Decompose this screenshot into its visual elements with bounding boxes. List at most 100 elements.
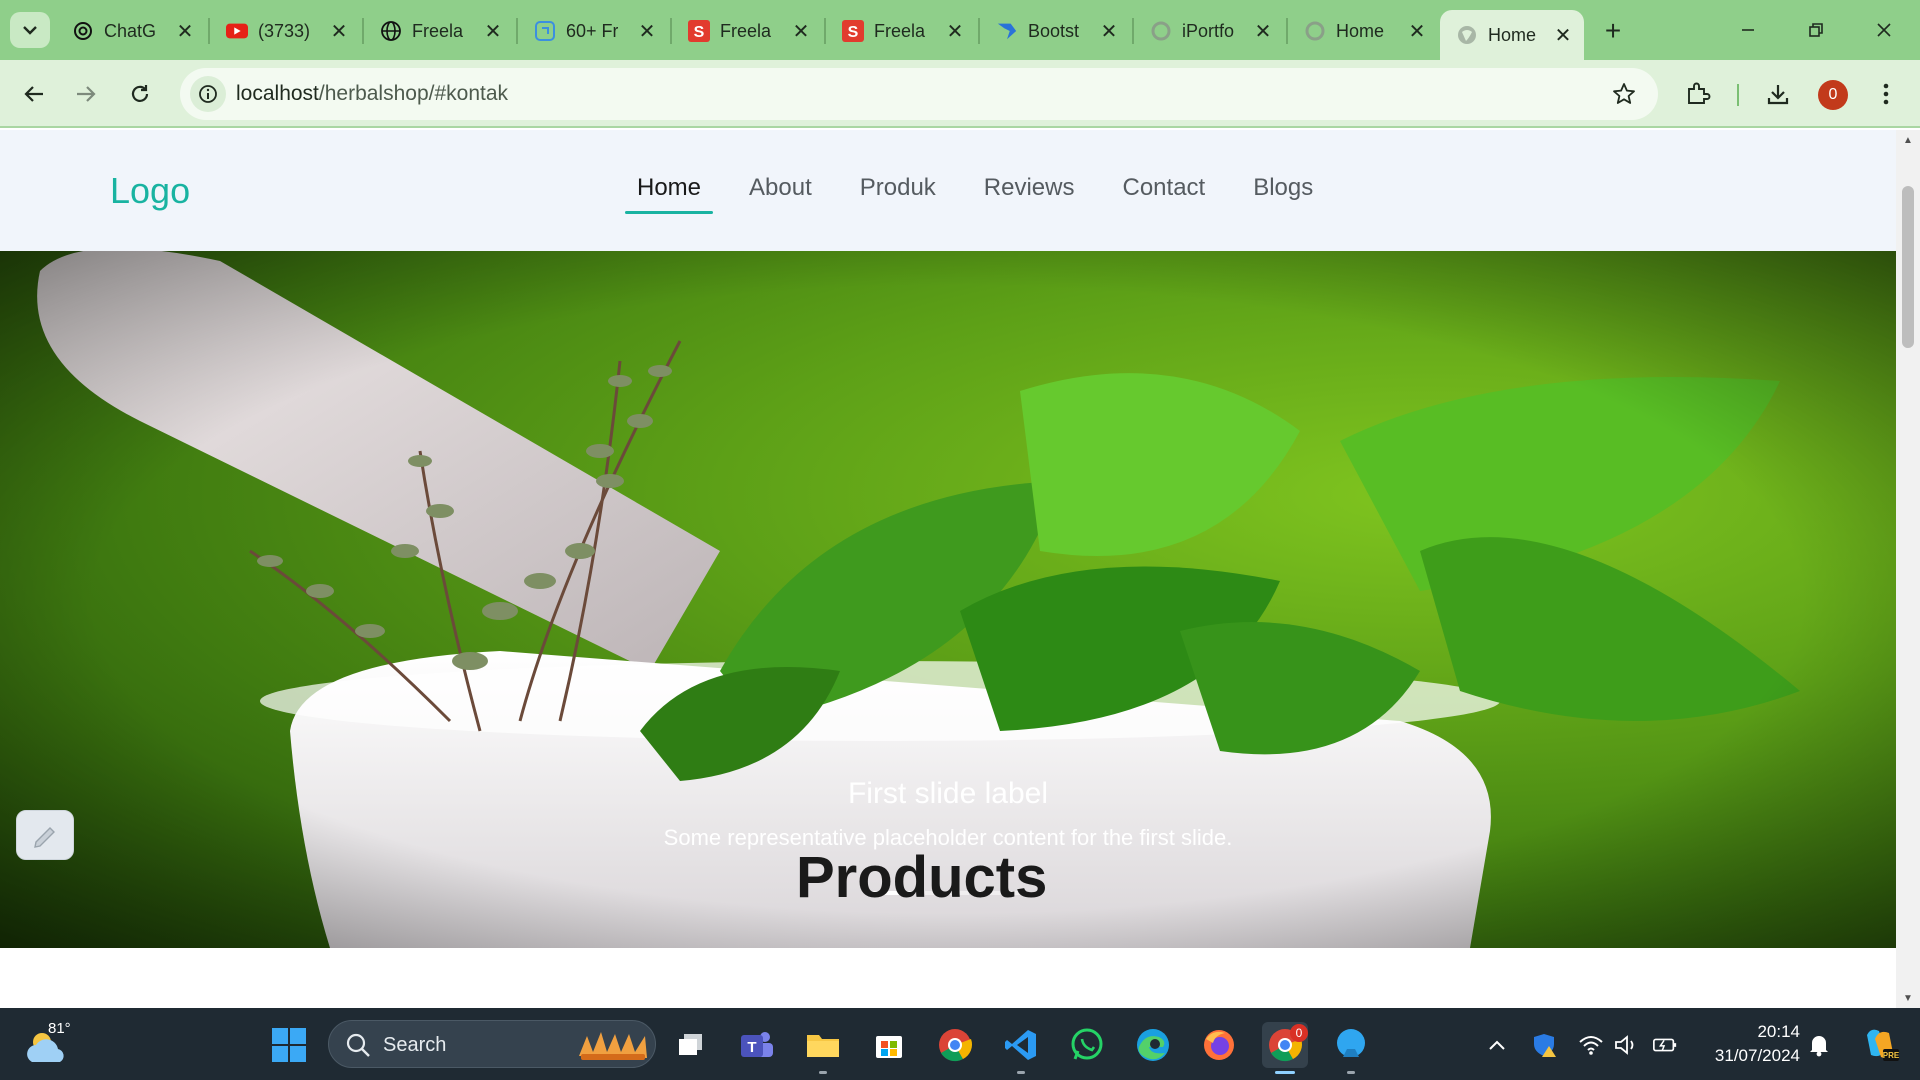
browser-menu-button[interactable]: [1866, 74, 1906, 114]
toolbar-divider: [1737, 84, 1739, 106]
forward-button[interactable]: [66, 74, 106, 114]
site-info-button[interactable]: [190, 76, 226, 112]
taskbar-file-explorer[interactable]: [800, 1022, 846, 1074]
nav-produk[interactable]: Produk: [848, 174, 948, 214]
address-bar[interactable]: localhost/herbalshop/#kontak: [180, 68, 1658, 120]
taskbar-edge[interactable]: [1130, 1022, 1176, 1068]
running-indicator: [1017, 1071, 1025, 1074]
site-logo[interactable]: Logo: [110, 170, 190, 212]
taskbar-chrome[interactable]: [932, 1022, 978, 1068]
close-icon[interactable]: ✕: [944, 20, 966, 43]
close-icon[interactable]: ✕: [482, 20, 504, 43]
notification-badge: 0: [1290, 1024, 1308, 1042]
globe-icon: [1456, 24, 1478, 46]
page-scrollbar[interactable]: ▲ ▼: [1896, 130, 1920, 1008]
tab-freelancer[interactable]: Freelancer ✕: [364, 12, 514, 50]
reload-button[interactable]: [120, 74, 160, 114]
close-icon[interactable]: ✕: [636, 20, 658, 43]
copilot-icon: PRE: [1867, 1029, 1899, 1061]
youtube-icon: [226, 20, 248, 42]
security-tray-icon[interactable]: [1532, 1032, 1558, 1058]
star-icon: [1613, 83, 1635, 104]
close-icon[interactable]: ✕: [1098, 20, 1120, 43]
tab-bootstrap[interactable]: Bootstrap ✕: [980, 12, 1130, 50]
copilot-button[interactable]: PRE: [1860, 1024, 1900, 1064]
scroll-up-arrow-icon[interactable]: ▲: [1902, 134, 1914, 146]
volume-tray-icon[interactable]: [1614, 1032, 1640, 1058]
windows-logo-icon: [272, 1028, 306, 1062]
wifi-tray-icon[interactable]: [1578, 1032, 1604, 1058]
tab-freelancer-3[interactable]: S Freelancer ✕: [826, 12, 976, 50]
tab-chatgpt[interactable]: ChatGPT ✕: [56, 12, 206, 50]
chevron-down-icon: [23, 26, 37, 35]
taskbar-search-box[interactable]: Search: [328, 1020, 656, 1068]
s-brand-icon: S: [688, 20, 710, 42]
taskbar-teams[interactable]: T: [734, 1022, 780, 1068]
tab-title: iPortfolio: [1182, 20, 1234, 41]
close-icon[interactable]: ✕: [328, 20, 350, 43]
taskbar-whatsapp[interactable]: [1064, 1022, 1110, 1068]
taskbar-firefox[interactable]: [1196, 1022, 1242, 1068]
svg-text:PRE: PRE: [1883, 1051, 1899, 1060]
search-icon: [346, 1033, 370, 1057]
downloads-button[interactable]: [1758, 74, 1798, 114]
close-icon: [1877, 23, 1891, 37]
notifications-button[interactable]: [1806, 1032, 1832, 1058]
nav-about[interactable]: About: [737, 174, 824, 214]
close-icon[interactable]: ✕: [790, 20, 812, 43]
nav-home[interactable]: Home: [625, 174, 714, 214]
tab-title: Freelancer: [412, 20, 464, 41]
clock-date: 31/07/2024: [1714, 1046, 1800, 1065]
tab-home[interactable]: Home ✕: [1288, 12, 1438, 50]
folder-icon: [807, 1035, 839, 1057]
taskbar-store[interactable]: [866, 1022, 912, 1068]
url-text[interactable]: localhost/herbalshop/#kontak: [236, 82, 508, 106]
nav-contact[interactable]: Contact: [1111, 174, 1218, 214]
whatsapp-icon: [1071, 1028, 1103, 1060]
bell-icon: [1810, 1036, 1828, 1057]
new-tab-button[interactable]: +: [1596, 14, 1630, 48]
svg-text:S: S: [848, 24, 859, 41]
running-indicator: [1275, 1071, 1295, 1074]
bookmark-star-button[interactable]: [1608, 78, 1640, 110]
taskbar-vscode[interactable]: [998, 1022, 1044, 1074]
download-icon: [1767, 85, 1789, 105]
tab-youtube[interactable]: (3733) ✕: [210, 12, 360, 50]
carousel-caption-title: First slide label: [847, 777, 1049, 810]
taskbar-task-view[interactable]: [668, 1022, 714, 1068]
nav-reviews[interactable]: Reviews: [972, 174, 1087, 214]
tab-freelancer-2[interactable]: S Freelancer ✕: [672, 12, 822, 50]
close-icon[interactable]: ✕: [1552, 24, 1574, 47]
scroll-down-arrow-icon[interactable]: ▼: [1902, 992, 1914, 1004]
globe-icon: [380, 20, 402, 42]
tab-iportfolio[interactable]: iPortfolio ✕: [1134, 12, 1284, 50]
tab-templates[interactable]: 60+ Free ✕: [518, 12, 668, 50]
extensions-button[interactable]: [1678, 74, 1718, 114]
floating-edit-button[interactable]: [16, 810, 74, 860]
close-icon[interactable]: ✕: [1406, 20, 1428, 43]
show-hidden-icons-button[interactable]: [1484, 1032, 1510, 1058]
back-button[interactable]: [14, 74, 54, 114]
tab-search-button[interactable]: [10, 12, 50, 48]
close-window-button[interactable]: [1856, 8, 1912, 52]
kebab-menu-icon: [1883, 83, 1889, 105]
scrollbar-thumb[interactable]: [1902, 186, 1914, 348]
taskbar-app-bird[interactable]: [1328, 1022, 1374, 1074]
battery-tray-icon[interactable]: [1652, 1032, 1678, 1058]
tab-home-active[interactable]: Home ✕: [1440, 10, 1584, 60]
start-button[interactable]: [266, 1022, 312, 1068]
teams-icon: T: [741, 1032, 773, 1057]
system-clock[interactable]: 20:14 31/07/2024: [1700, 1020, 1800, 1068]
loading-icon: [1304, 20, 1326, 42]
profile-avatar[interactable]: 0: [1818, 80, 1848, 110]
tab-title: Freelancer: [874, 20, 926, 41]
restore-button[interactable]: [1788, 8, 1844, 52]
minimize-button[interactable]: [1720, 8, 1776, 52]
close-icon[interactable]: ✕: [174, 20, 196, 43]
main-nav: Home About Produk Reviews Contact Blogs: [625, 174, 1349, 214]
task-view-icon: [679, 1034, 702, 1055]
url-path: /herbalshop/#kontak: [318, 82, 509, 105]
nav-blogs[interactable]: Blogs: [1241, 174, 1325, 214]
taskbar-chrome-active[interactable]: 0: [1262, 1022, 1308, 1074]
close-icon[interactable]: ✕: [1252, 20, 1274, 43]
